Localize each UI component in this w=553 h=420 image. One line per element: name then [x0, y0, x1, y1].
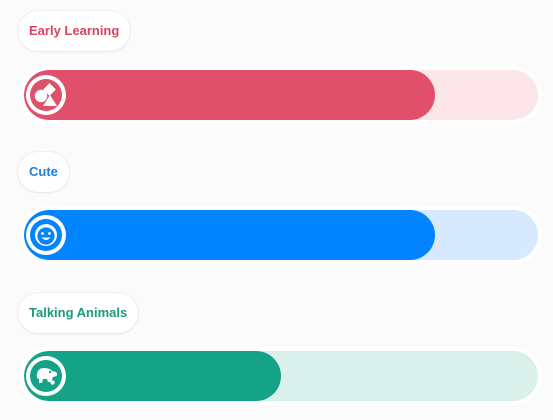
progress-bar-container: [20, 206, 542, 264]
progress-bar-container: [20, 347, 542, 405]
smiley-face-icon: [30, 219, 62, 251]
smiley-face-icon-badge: [26, 215, 66, 255]
progress-track: [24, 210, 538, 260]
shapes-icon: [30, 79, 62, 111]
shapes-icon-badge: [26, 75, 66, 115]
category-label[interactable]: Cute: [18, 152, 69, 192]
progress-track: [24, 351, 538, 401]
progress-bar-container: [20, 66, 542, 124]
category-progress-list: Early Learning Cute Talking Animals: [0, 0, 553, 420]
dog-icon: [30, 360, 62, 392]
category-label[interactable]: Talking Animals: [18, 293, 139, 333]
progress-fill: [24, 70, 436, 120]
dog-icon-badge: [26, 356, 66, 396]
category-label[interactable]: Early Learning: [18, 11, 131, 51]
progress-fill: [24, 210, 436, 260]
progress-track: [24, 70, 538, 120]
